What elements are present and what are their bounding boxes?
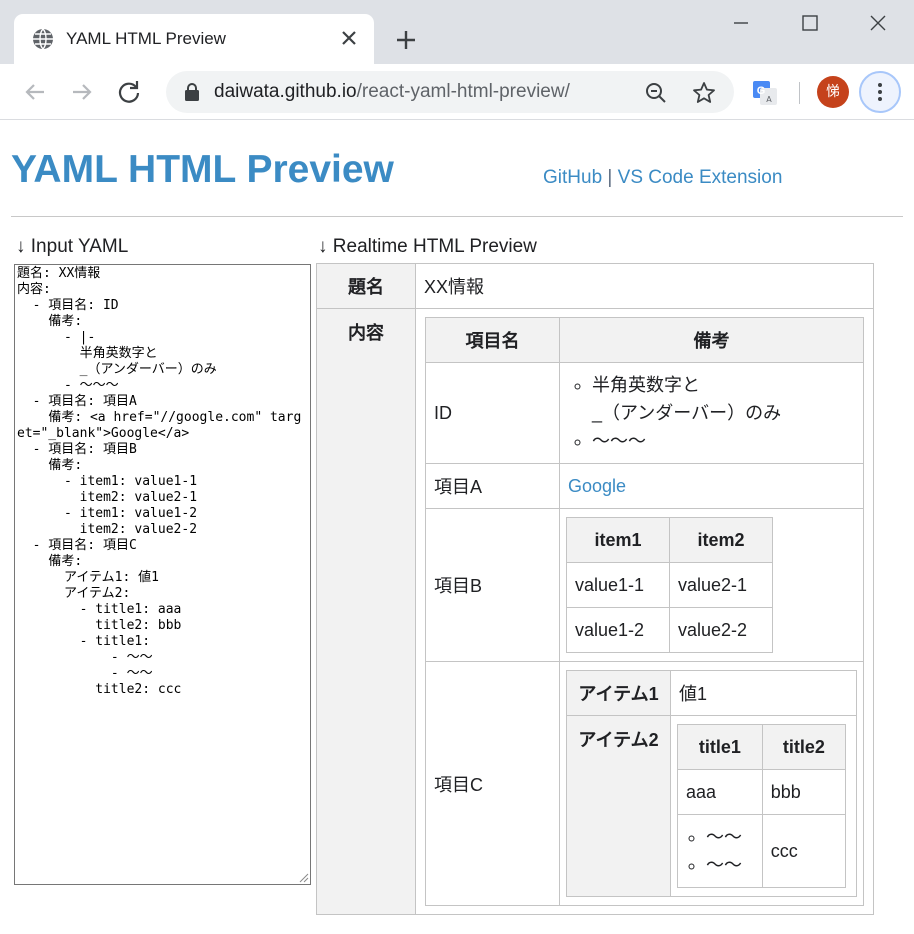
title1-list: 〜〜 〜〜 xyxy=(686,823,754,879)
preview-root-table: 題名 XX情報 内容 項目名 備考 ID 半角英数字と_（アンダーバー）のみ xyxy=(316,263,874,915)
row-name: 項目B xyxy=(425,508,560,662)
menu-dot-icon xyxy=(878,83,882,87)
row-name: 項目C xyxy=(425,661,560,906)
table-cell: value1-1 xyxy=(566,562,670,608)
table-cell: aaa xyxy=(677,769,763,815)
header-links: GitHub | VS Code Extension xyxy=(543,167,782,189)
page-title: YAML HTML Preview xyxy=(11,148,394,191)
tab-title: YAML HTML Preview xyxy=(66,29,226,48)
svg-text:A: A xyxy=(766,95,772,104)
title-table: title1 title2 aaa bbb ◦ 〜〜 ◦ 〜〜 ccc xyxy=(677,724,847,888)
reload-icon[interactable] xyxy=(114,77,144,107)
table-row: value1-2 value2-2 xyxy=(566,607,773,653)
preview-label: ↓ Realtime HTML Preview xyxy=(318,236,537,257)
profile-avatar[interactable]: 悌 xyxy=(817,76,849,108)
table-cell: ccc xyxy=(761,814,847,888)
url-text[interactable]: daiwata.github.io/react-yaml-html-previe… xyxy=(214,81,570,103)
column-header: title1 xyxy=(677,724,763,770)
list-item: 〜〜 xyxy=(706,851,754,879)
new-tab-icon[interactable] xyxy=(392,26,420,54)
yaml-input-textarea[interactable]: 題名: XX情報 内容: - 項目名: ID 備考: - |- 半角英数字と _… xyxy=(14,264,311,885)
value-title: XX情報 xyxy=(415,263,874,309)
table-row: 項目A Google xyxy=(425,463,864,509)
key-title: 題名 xyxy=(316,263,416,309)
value-item1: 値1 xyxy=(670,670,857,716)
browser-menu-button[interactable] xyxy=(859,71,901,113)
table-row: 〜〜 〜〜 ccc xyxy=(677,814,847,888)
back-icon[interactable] xyxy=(20,77,50,107)
row-name: 項目A xyxy=(425,463,560,509)
window-close-icon[interactable] xyxy=(863,8,893,38)
content-table: 項目名 備考 ID 半角英数字と_（アンダーバー）のみ 〜〜〜 xyxy=(425,317,864,906)
table-cell: value1-2 xyxy=(566,607,670,653)
table-row: aaa bbb xyxy=(677,769,847,815)
key-item2: アイテム2 xyxy=(566,715,671,897)
list-item: 〜〜 xyxy=(706,823,754,851)
row-name: ID xyxy=(425,362,560,464)
table-cell: bbb xyxy=(761,769,847,815)
html-preview: 題名 XX情報 内容 項目名 備考 ID 半角英数字と_（アンダーバー）のみ xyxy=(316,263,874,915)
table-row: ID 半角英数字と_（アンダーバー）のみ 〜〜〜 xyxy=(425,362,864,464)
column-header-note: 備考 xyxy=(559,317,864,363)
toolbar-separator xyxy=(799,82,800,104)
maximize-icon[interactable] xyxy=(795,8,825,38)
lock-icon[interactable] xyxy=(184,83,200,101)
menu-dot-icon xyxy=(878,90,882,94)
table-row: value1-1 value2-1 xyxy=(566,562,773,608)
bookmark-star-icon[interactable] xyxy=(692,81,716,105)
column-header: item2 xyxy=(669,517,773,563)
google-link[interactable]: Google xyxy=(568,476,626,496)
close-tab-icon[interactable] xyxy=(338,27,360,49)
link-separator: | xyxy=(607,167,613,188)
key-item1: アイテム1 xyxy=(566,670,671,716)
table-cell: value2-1 xyxy=(669,562,773,608)
column-header-name: 項目名 xyxy=(425,317,560,363)
forward-icon[interactable] xyxy=(67,77,97,107)
input-yaml-label: ↓ Input YAML xyxy=(16,236,129,257)
address-bar[interactable]: daiwata.github.io/react-yaml-html-previe… xyxy=(166,71,734,113)
table-cell: value2-2 xyxy=(669,607,773,653)
browser-tab[interactable]: YAML HTML Preview xyxy=(14,14,374,64)
vscode-extension-link[interactable]: VS Code Extension xyxy=(618,167,783,188)
svg-text:G: G xyxy=(757,85,766,97)
column-header: item1 xyxy=(566,517,670,563)
item-table: item1 item2 value1-1 value2-1 value1-2 v… xyxy=(566,517,773,653)
list-item: 〜〜〜 xyxy=(592,427,855,455)
table-row: 項目B item1 item2 value1-1 value2-1 value1… xyxy=(425,508,864,662)
note-list: 半角英数字と_（アンダーバー）のみ 〜〜〜 xyxy=(568,371,855,455)
globe-icon xyxy=(33,28,53,50)
minimize-icon[interactable] xyxy=(726,8,756,38)
list-item: 半角英数字と_（アンダーバー）のみ xyxy=(592,371,855,427)
resize-grip-icon[interactable] xyxy=(297,871,309,883)
table-row: 項目C アイテム1 値1 アイテム2 title1 title2 aaa bbb… xyxy=(425,661,864,906)
github-link[interactable]: GitHub xyxy=(543,167,602,188)
translate-extension-icon[interactable]: G A xyxy=(752,80,778,106)
zoom-icon[interactable] xyxy=(644,81,668,105)
tab-strip: YAML HTML Preview xyxy=(0,0,914,64)
column-header: title2 xyxy=(761,724,847,770)
header-divider xyxy=(11,216,903,217)
key-content: 内容 xyxy=(316,308,416,915)
item-c-table: アイテム1 値1 アイテム2 title1 title2 aaa bbb ◦ 〜… xyxy=(566,670,857,897)
yaml-text[interactable]: 題名: XX情報 内容: - 項目名: ID 備考: - |- 半角英数字と _… xyxy=(15,265,310,699)
menu-dot-icon xyxy=(878,97,882,101)
